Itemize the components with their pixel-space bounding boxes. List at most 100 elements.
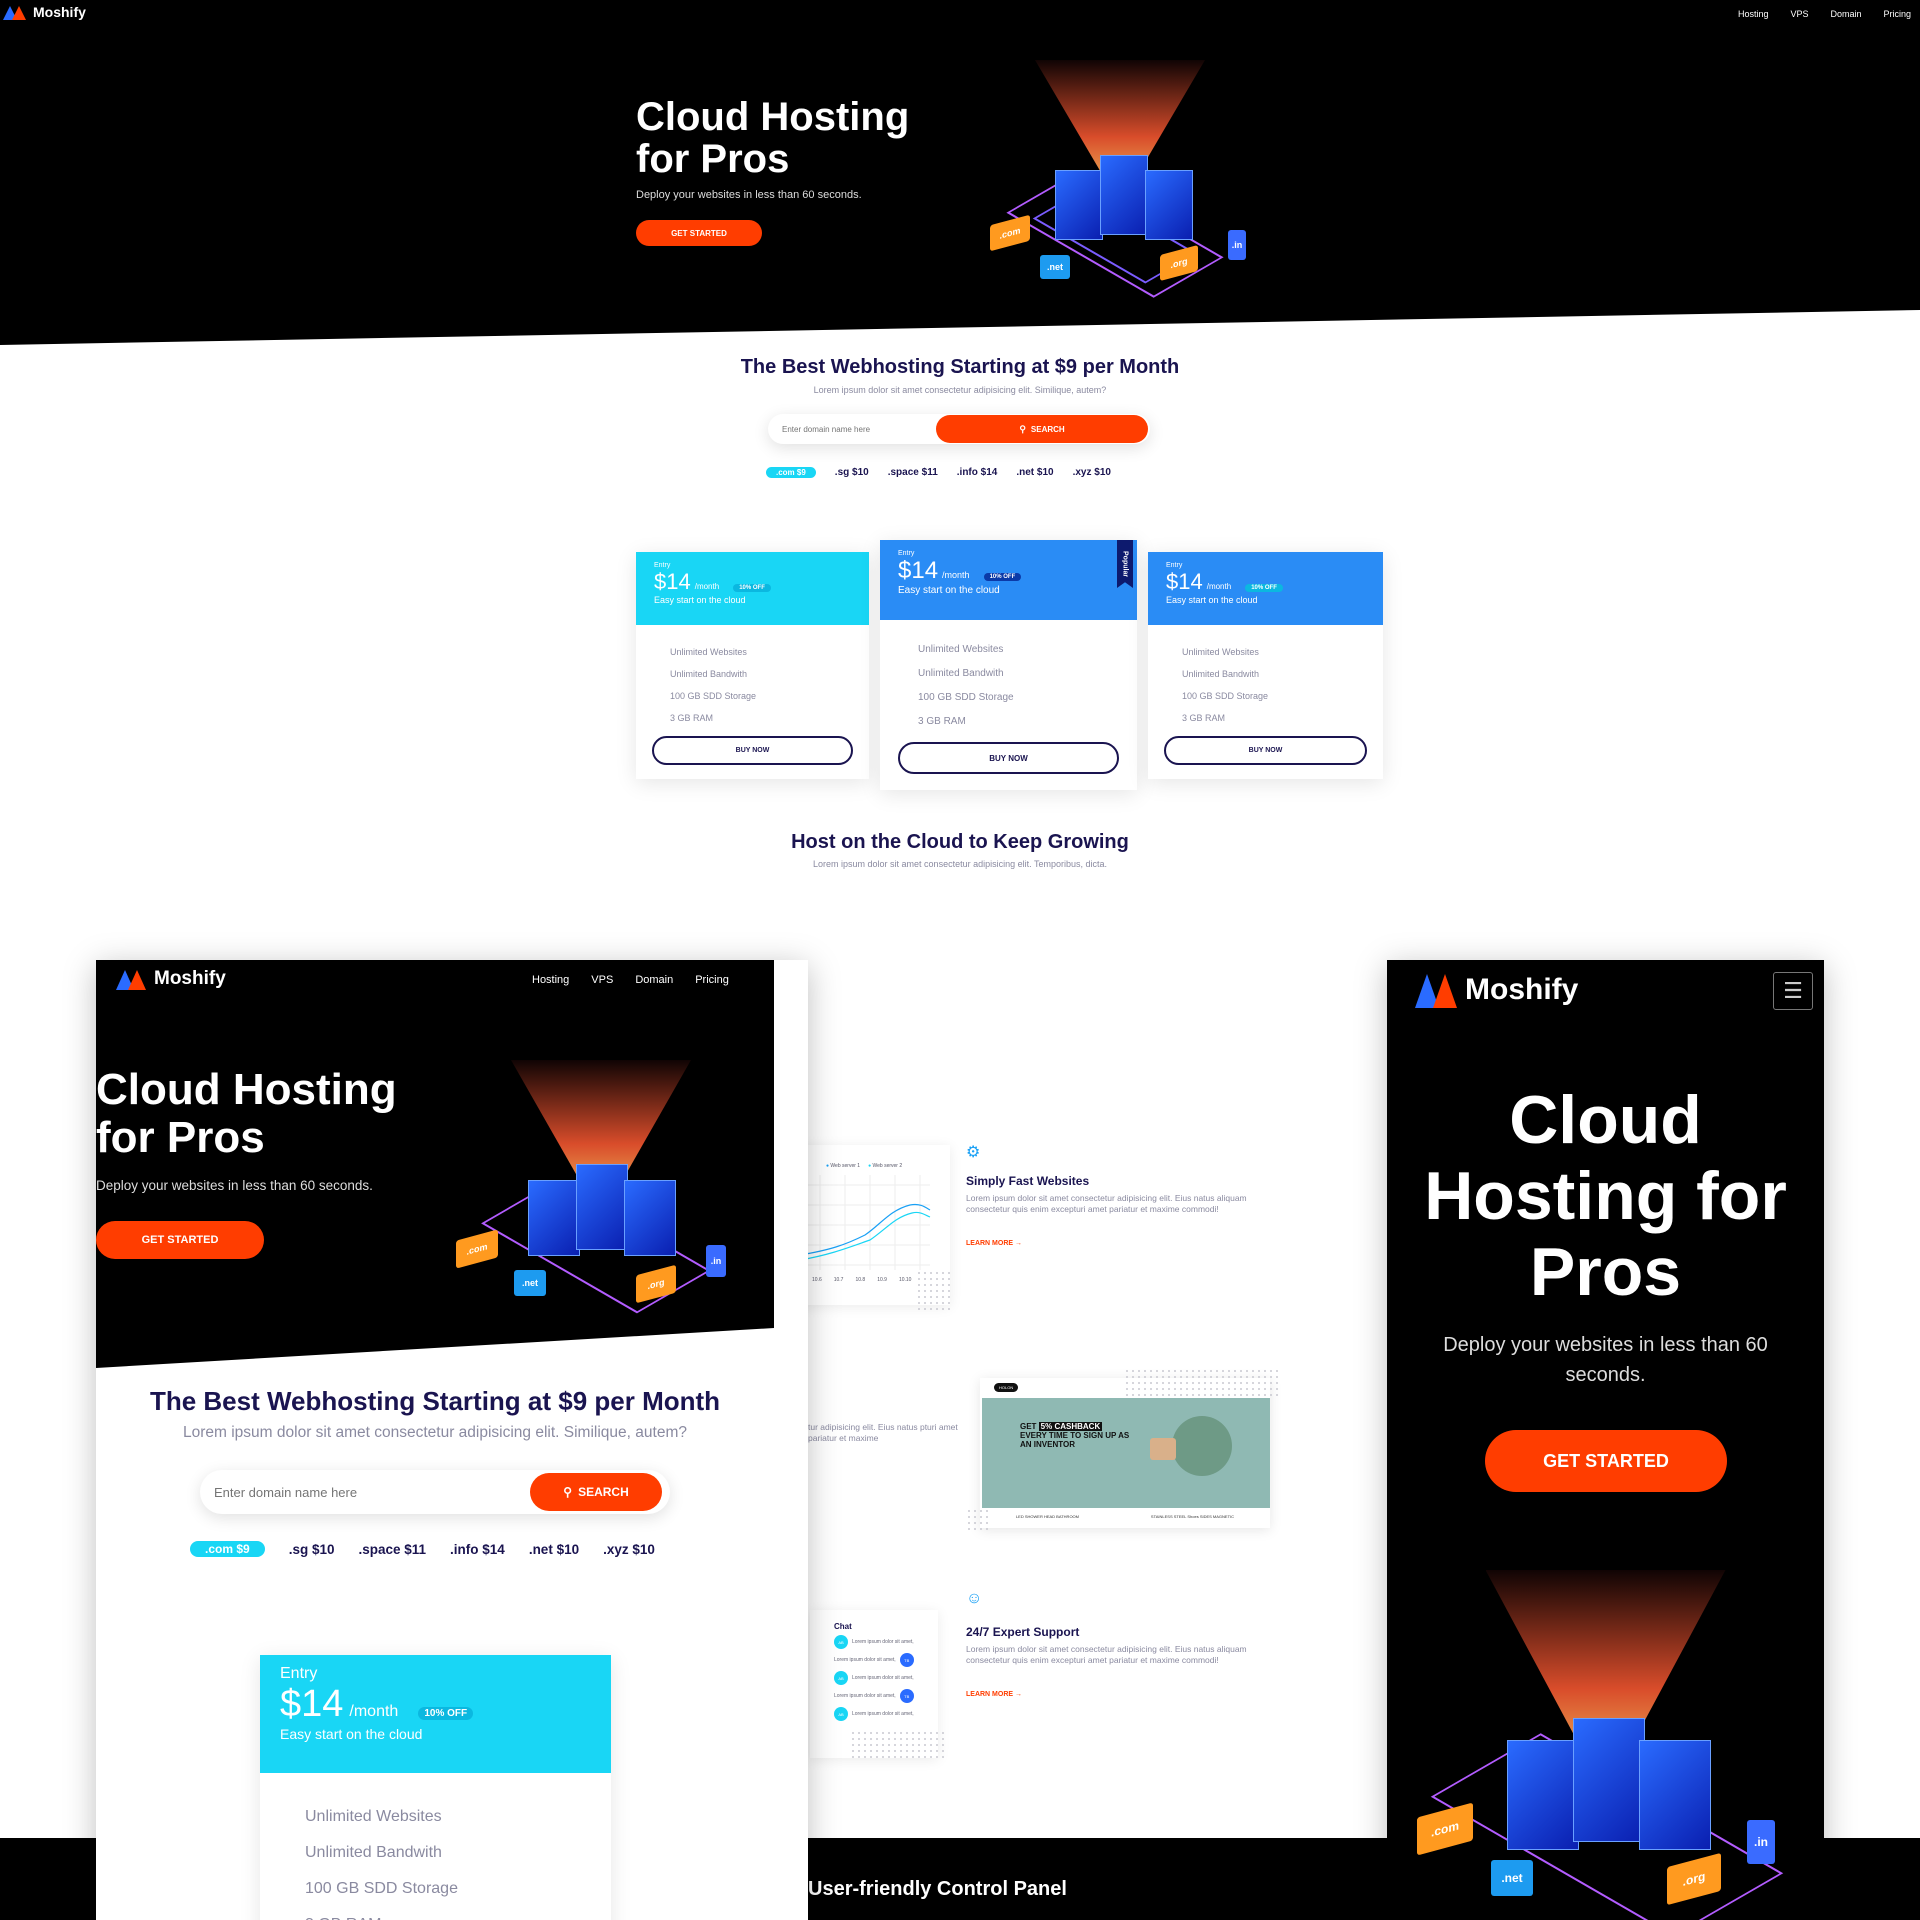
tablet-pricing-card: Entry $14 /month 10% OFF Easy start on t… <box>260 1655 611 1920</box>
tablet-logo[interactable]: Moshify <box>116 968 226 990</box>
nav-pricing[interactable]: Pricing <box>1884 9 1912 19</box>
speed-icon: ⚙ <box>966 1144 981 1161</box>
store-captions: LED SHOWER HEAD BATHROOM STAINLESS STEEL … <box>1015 1514 1235 1519</box>
tld-xyz[interactable]: .xyz $10 <box>603 1542 655 1557</box>
pricing-card-header: Entry $14 /month 10% OFF Easy start on t… <box>636 552 869 625</box>
logo-icon <box>3 4 27 20</box>
phone-hero-illustration: .com .net .org .in <box>1387 1570 1824 1920</box>
legend-web-server-2: ● Web server 2 <box>868 1163 903 1169</box>
control-panel-title: User-friendly Control Panel <box>808 1878 1067 1900</box>
buy-now-button[interactable]: BUY NOW <box>652 736 853 765</box>
plan-features: Unlimited Websites Unlimited Bandwith 10… <box>880 620 1137 734</box>
tablet-domain-search-input[interactable] <box>200 1484 530 1500</box>
logo[interactable]: Moshify <box>3 4 86 20</box>
tld-net[interactable]: .net $10 <box>1016 467 1053 478</box>
discount-badge: 10% OFF <box>983 573 1022 581</box>
nav-hosting[interactable]: Hosting <box>532 974 569 986</box>
domain-search-title: The Best Webhosting Starting at $9 per M… <box>740 356 1180 378</box>
line-chart <box>800 1175 931 1270</box>
tld-space[interactable]: .space $11 <box>358 1542 426 1557</box>
plan-tier: Entry <box>898 550 915 557</box>
tld-xyz[interactable]: .xyz $10 <box>1073 467 1111 478</box>
server-rack <box>1145 170 1193 240</box>
dot-pattern <box>850 1730 946 1760</box>
tablet-domain-subtitle: Lorem ipsum dolor sit amet consectetur a… <box>183 1424 687 1441</box>
tld-sg[interactable]: .sg $10 <box>289 1542 335 1557</box>
nav-domain[interactable]: Domain <box>1831 9 1862 19</box>
phone-get-started-button[interactable]: GET STARTED <box>1485 1430 1727 1492</box>
phone-mockup: Moshify ☰ Cloud Hosting for Pros Deploy … <box>1387 960 1824 1920</box>
phone-hero-title: Cloud Hosting for Pros <box>1424 1082 1787 1310</box>
tld-space[interactable]: .space $11 <box>888 467 938 478</box>
tablet-hero-title: Cloud Hosting for Pros <box>96 1065 397 1162</box>
plan-features: Unlimited Websites Unlimited Bandwith 10… <box>1148 625 1383 729</box>
plan-feature: 3 GB RAM <box>1182 713 1226 723</box>
plan-period: /month <box>1206 582 1232 591</box>
learn-more-link[interactable]: LEARN MORE → <box>966 1240 1022 1247</box>
feature-text: Lorem ipsum dolor sit amet consectetur a… <box>966 1193 1247 1215</box>
plan-period: /month <box>942 570 970 580</box>
growing-subtitle: Lorem ipsum dolor sit amet consectetur a… <box>813 859 1107 869</box>
buy-now-button[interactable]: BUY NOW <box>1164 736 1367 765</box>
menu-icon[interactable]: ☰ <box>1773 972 1813 1010</box>
feature-text: Lorem ipsum dolor sit amet consectetur a… <box>966 1644 1247 1666</box>
domain-search-bar: ⚲ SEARCH <box>768 414 1150 444</box>
chat-message: AB Lorem ipsum dolor sit amet, <box>834 1707 930 1721</box>
search-button[interactable]: ⚲ SEARCH <box>936 415 1148 443</box>
logo-icon <box>116 968 148 990</box>
product-image <box>1150 1438 1176 1460</box>
logo-icon <box>1415 972 1459 1008</box>
tablet-get-started-button[interactable]: GET STARTED <box>96 1221 264 1259</box>
dot-pattern <box>916 1270 952 1310</box>
domain-search-input[interactable] <box>768 424 936 434</box>
tld-com[interactable]: .com $9 <box>766 467 816 478</box>
device-in: .in <box>1228 230 1246 260</box>
hero-title-line2: for Pros <box>636 137 790 181</box>
search-button-label: SEARCH <box>1030 424 1065 434</box>
top-nav: Hosting VPS Domain Pricing <box>1738 9 1911 19</box>
phone-logo[interactable]: Moshify <box>1415 972 1578 1008</box>
chart-ticks: 10.6 10.7 10.8 10.9 10.10 <box>812 1277 912 1283</box>
pricing-card-header: Entry $14 /month 10% OFF Easy start on t… <box>880 540 1137 620</box>
plan-tier: Entry <box>654 562 671 569</box>
tld-net[interactable]: .net $10 <box>529 1542 579 1557</box>
device-com: .com <box>990 214 1030 252</box>
tld-sg[interactable]: .sg $10 <box>835 467 869 478</box>
nav-vps[interactable]: VPS <box>1791 9 1809 19</box>
feature-text: tur adipisicing elit. Eius natus pturi a… <box>808 1422 958 1444</box>
tablet-search-button[interactable]: ⚲ SEARCH <box>530 1473 662 1511</box>
get-started-button[interactable]: GET STARTED <box>636 220 762 246</box>
plan-feature: Unlimited Bandwith <box>918 668 1004 679</box>
hero-subtitle: Deploy your websites in less than 60 sec… <box>636 189 862 201</box>
support-icon: ☺ <box>966 1590 983 1607</box>
plant-image <box>1172 1416 1232 1476</box>
tld-com[interactable]: .com $9 <box>190 1541 265 1557</box>
tld-info[interactable]: .info $14 <box>957 467 998 478</box>
growing-title: Host on the Cloud to Keep Growing <box>791 831 1129 853</box>
buy-now-button[interactable]: BUY NOW <box>898 742 1119 774</box>
learn-more-link[interactable]: LEARN MORE → <box>966 1691 1022 1698</box>
discount-badge: 10% OFF <box>1245 584 1283 592</box>
plan-feature: 100 GB SDD Storage <box>918 692 1014 703</box>
plan-features: Unlimited Websites Unlimited Bandwith 10… <box>636 625 869 729</box>
nav-domain[interactable]: Domain <box>635 974 673 986</box>
light-beam <box>1035 60 1205 170</box>
pricing-card: Entry $14 /month 10% OFF Easy start on t… <box>636 552 869 779</box>
nav-vps[interactable]: VPS <box>591 974 613 986</box>
plan-feature: Unlimited Bandwith <box>1182 669 1260 679</box>
nav-pricing[interactable]: Pricing <box>695 974 729 986</box>
plan-feature: Unlimited Websites <box>918 644 1004 655</box>
plan-tagline: Easy start on the cloud <box>654 595 746 605</box>
search-icon: ⚲ <box>563 1485 573 1499</box>
plan-feature: Unlimited Websites <box>670 647 747 657</box>
discount-badge: 10% OFF <box>733 584 771 592</box>
chat-message: Lorem ipsum dolor sit amet, TB <box>834 1689 930 1703</box>
chat-message: Lorem ipsum dolor sit amet, TB <box>834 1653 930 1667</box>
hero-title-line1: Cloud Hosting <box>636 95 910 139</box>
server-rack <box>1100 155 1148 235</box>
tablet-hero-illustration: .com .net .org .in <box>436 1060 766 1330</box>
page: Moshify Hosting VPS Domain Pricing Cloud… <box>0 0 1920 1920</box>
tld-info[interactable]: .info $14 <box>450 1542 505 1557</box>
nav-hosting[interactable]: Hosting <box>1738 9 1769 19</box>
plan-period: /month <box>694 582 720 591</box>
